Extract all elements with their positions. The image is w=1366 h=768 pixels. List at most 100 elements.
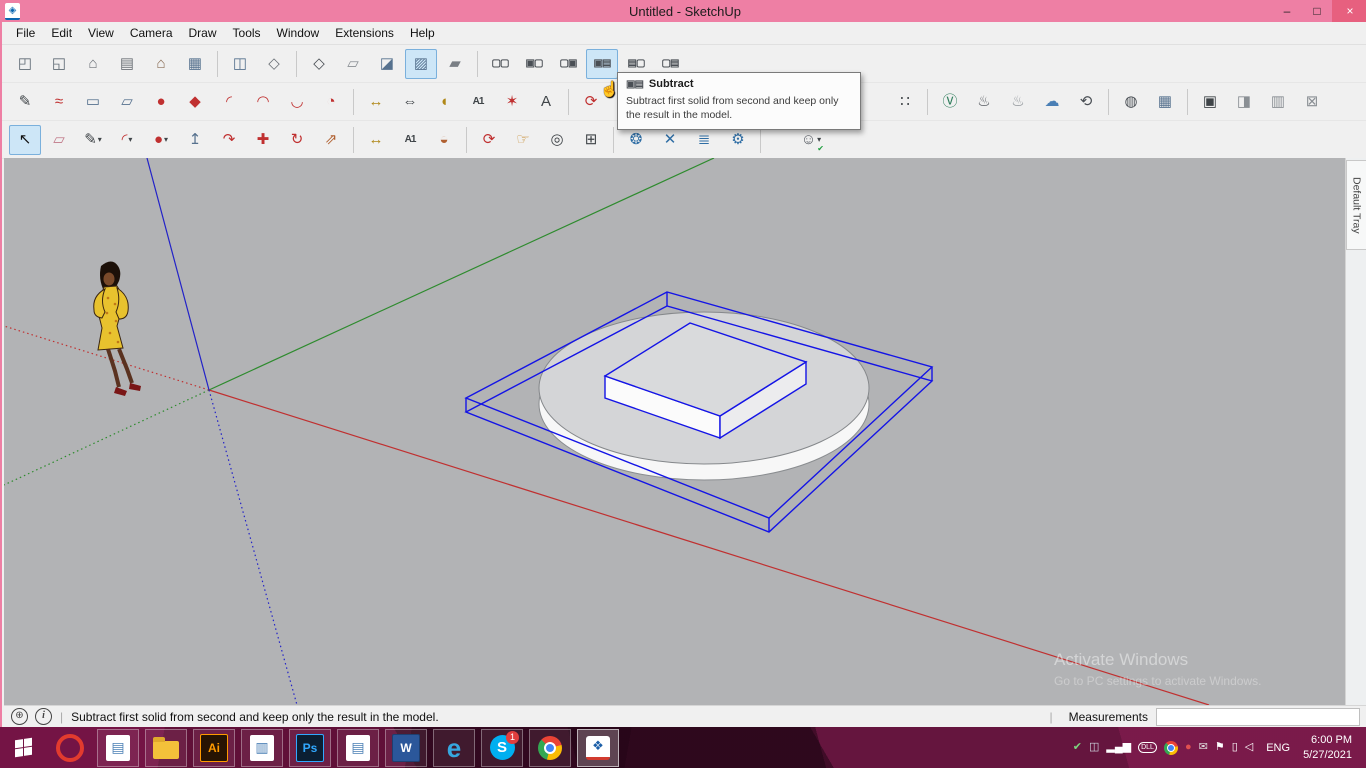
taskbar-sketchup-icon[interactable]: ❖ <box>577 729 619 767</box>
rotate-icon[interactable]: ↻ <box>281 125 313 155</box>
tray-network-icon[interactable]: ▂▄▆ <box>1106 742 1131 753</box>
follow-me-icon[interactable]: ↷ <box>213 125 245 155</box>
circle-icon[interactable]: ● <box>145 87 177 117</box>
two-point-arc-icon[interactable]: ◠ <box>247 87 279 117</box>
menu-help[interactable]: Help <box>402 23 443 43</box>
lock-camera-icon[interactable]: ⊠ <box>1296 87 1328 117</box>
push-pull-icon[interactable]: ↥ <box>179 125 211 155</box>
scale-icon[interactable]: ⇗ <box>315 125 347 155</box>
monochrome-style-icon[interactable]: ▰ <box>439 49 471 79</box>
taskbar-document-app-icon[interactable]: ▥ <box>241 729 283 767</box>
menu-tools[interactable]: Tools <box>225 23 269 43</box>
back-edges-style-icon[interactable]: ◇ <box>258 49 290 79</box>
taskbar-skype-icon[interactable]: S1 <box>481 729 523 767</box>
text-3d-icon[interactable]: A <box>530 87 562 117</box>
rectangle-icon[interactable]: ▭ <box>77 87 109 117</box>
shaded-textures-style-icon[interactable]: ▨ <box>405 49 437 79</box>
vray-asset-editor-icon[interactable]: Ⓥ <box>934 87 966 117</box>
dimensions-icon[interactable]: ⇔ <box>394 87 426 117</box>
taskbar-photoshop-icon[interactable]: Ps <box>289 729 331 767</box>
intersect-icon[interactable]: ▣▢ <box>518 49 550 79</box>
vray-frame-buffer-icon[interactable]: ▦ <box>1149 87 1181 117</box>
protractor-icon[interactable]: ◖ <box>428 87 460 117</box>
default-tray-tab[interactable]: Default Tray <box>1346 160 1366 250</box>
tape-measure-icon[interactable]: ↔ <box>360 125 392 155</box>
subtract-icon[interactable]: ▣▤ <box>586 49 618 79</box>
menu-window[interactable]: Window <box>269 23 328 43</box>
arc-tool-icon[interactable]: ◜▾ <box>111 125 143 155</box>
tray-device-icon[interactable]: ▯ <box>1232 742 1238 753</box>
menu-view[interactable]: View <box>80 23 122 43</box>
three-point-arc-icon[interactable]: ◡ <box>281 87 313 117</box>
measurements-input[interactable] <box>1156 708 1360 726</box>
shaded-style-icon[interactable]: ◪ <box>371 49 403 79</box>
vray-cloud-icon[interactable]: ☁ <box>1036 87 1068 117</box>
line-tool-icon[interactable]: ✎▾ <box>77 125 109 155</box>
menu-extensions[interactable]: Extensions <box>327 23 402 43</box>
language-indicator[interactable]: ENG <box>1266 742 1290 754</box>
photo-match-icon[interactable]: ◨ <box>1228 87 1260 117</box>
menu-edit[interactable]: Edit <box>43 23 80 43</box>
text-icon[interactable]: A1 <box>462 87 494 117</box>
axes-icon[interactable]: ✶ <box>496 87 528 117</box>
tray-volume-icon[interactable]: ◁ <box>1245 742 1253 753</box>
tray-update-icon[interactable]: ● <box>1185 742 1192 753</box>
vray-viewport-render-icon[interactable]: ◍ <box>1115 87 1147 117</box>
iso-view-icon[interactable]: ⌂ <box>77 49 109 79</box>
shape-tool-icon[interactable]: ●▾ <box>145 125 177 155</box>
menu-draw[interactable]: Draw <box>181 23 225 43</box>
tray-security-icon[interactable]: ✔ <box>1073 742 1082 753</box>
viewport[interactable]: Activate Windows Go to PC settings to ac… <box>4 158 1366 705</box>
tray-mail-icon[interactable]: ✉ <box>1199 742 1208 753</box>
model-geometry[interactable] <box>466 292 932 532</box>
move-icon[interactable]: ✚ <box>247 125 279 155</box>
person-figure[interactable] <box>94 262 141 397</box>
x-ray-style-icon[interactable]: ◫ <box>224 49 256 79</box>
taskbar-opera-icon[interactable] <box>49 729 91 767</box>
vray-batch-render-icon[interactable]: ♨ <box>1002 87 1034 117</box>
new-model-icon[interactable]: ◰ <box>9 49 41 79</box>
freehand-icon[interactable]: ≈ <box>43 87 75 117</box>
top-view-icon[interactable]: ▦ <box>179 49 211 79</box>
arc-tool-dropdown-arrow[interactable]: ▾ <box>128 135 132 144</box>
hidden-line-style-icon[interactable]: ▱ <box>337 49 369 79</box>
zoom-extents-icon[interactable]: ⊞ <box>575 125 607 155</box>
walk-icon[interactable]: ∷ <box>889 87 921 117</box>
tray-dell-icon[interactable]: DLL <box>1138 742 1157 753</box>
geolocation-icon[interactable]: ⊕ <box>11 708 28 725</box>
zoom-icon[interactable]: ◎ <box>541 125 573 155</box>
menu-file[interactable]: File <box>8 23 43 43</box>
tape-measure-icon[interactable]: ↔ <box>360 87 392 117</box>
info-icon[interactable]: i <box>35 708 52 725</box>
arc-icon[interactable]: ◜ <box>213 87 245 117</box>
front-view-icon[interactable]: ⌂ <box>145 49 177 79</box>
vray-interactive-icon[interactable]: ⟲ <box>1070 87 1102 117</box>
wireframe-style-icon[interactable]: ◇ <box>303 49 335 79</box>
tray-flag-icon[interactable]: ⚑ <box>1215 742 1225 753</box>
minimize-button[interactable]: – <box>1272 0 1302 22</box>
close-button[interactable]: × <box>1332 0 1366 22</box>
taskbar-illustrator-icon[interactable]: Ai <box>193 729 235 767</box>
select-icon[interactable]: ↖ <box>9 125 41 155</box>
taskbar-chrome-icon[interactable] <box>529 729 571 767</box>
tray-display-icon[interactable]: ◫ <box>1089 742 1099 753</box>
maximize-button[interactable]: □ <box>1302 0 1332 22</box>
taskbar-edge-icon[interactable]: e <box>433 729 475 767</box>
tray-chrome-icon[interactable] <box>1164 741 1178 755</box>
open-model-icon[interactable]: ◱ <box>43 49 75 79</box>
menu-camera[interactable]: Camera <box>122 23 181 43</box>
taskbar-clock[interactable]: 6:00 PM 5/27/2021 <box>1303 733 1352 763</box>
text-icon[interactable]: A1 <box>394 125 426 155</box>
orbit-icon[interactable]: ⟳ <box>473 125 505 155</box>
print-icon[interactable]: ▤ <box>111 49 143 79</box>
start-button[interactable] <box>0 727 46 768</box>
line-icon[interactable]: ✎ <box>9 87 41 117</box>
taskbar-office-app-icon[interactable]: ▤ <box>97 729 139 767</box>
taskbar-notes-app-icon[interactable]: ▤ <box>337 729 379 767</box>
taskbar-file-explorer-icon[interactable] <box>145 729 187 767</box>
shape-tool-dropdown-arrow[interactable]: ▾ <box>164 135 168 144</box>
paint-bucket-icon[interactable]: ◒ <box>428 125 460 155</box>
line-tool-dropdown-arrow[interactable]: ▾ <box>98 135 102 144</box>
rotated-rectangle-icon[interactable]: ▱ <box>111 87 143 117</box>
eraser-icon[interactable]: ▱ <box>43 125 75 155</box>
